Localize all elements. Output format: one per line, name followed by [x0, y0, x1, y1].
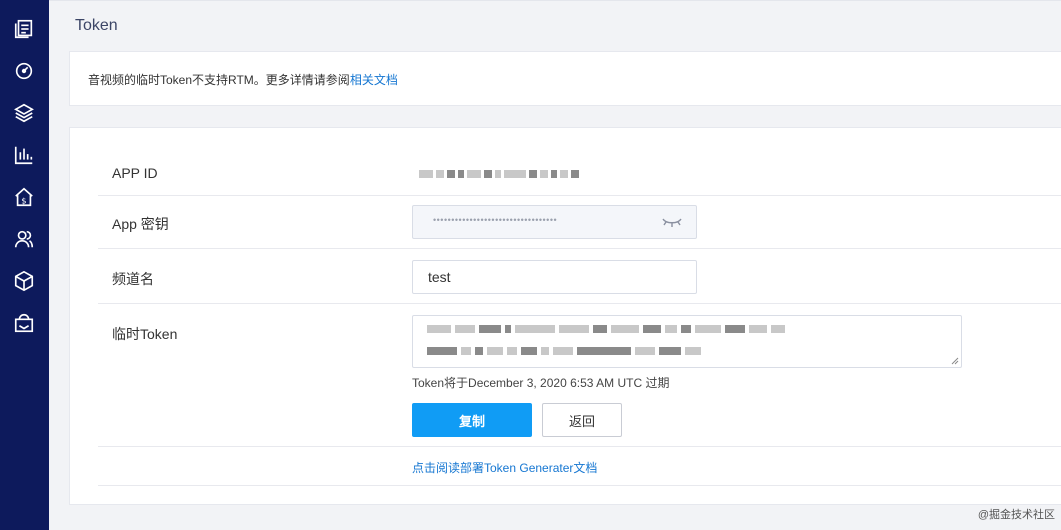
app-secret-mask: ••••••••••••••••••••••••••••••••••	[433, 215, 558, 225]
token-text-blurred	[427, 346, 701, 355]
billing-home-icon[interactable]: $	[12, 185, 36, 209]
notice-message: 音视频的临时Token不支持RTM。更多详情请参阅	[88, 73, 350, 87]
row-divider	[98, 446, 1061, 447]
row-divider	[98, 303, 1061, 304]
token-expiry-text: Token将于December 3, 2020 6:53 AM UTC 过期	[412, 376, 670, 390]
watermark: @掘金技术社区	[977, 509, 1055, 521]
row-divider	[98, 485, 1061, 486]
token-generator-doc-link[interactable]: 点击阅读部署Token Generater文档	[412, 459, 597, 476]
eye-closed-icon[interactable]	[662, 215, 682, 229]
gauge-icon[interactable]	[12, 59, 36, 83]
app-secret-label: App 密钥	[112, 216, 169, 232]
main-content: Token 音视频的临时Token不支持RTM。更多详情请参阅相关文档 APP …	[49, 0, 1061, 530]
copy-button[interactable]: 复制	[412, 403, 532, 437]
token-text-blurred	[427, 324, 785, 333]
row-divider	[98, 248, 1061, 249]
channel-name-label: 频道名	[112, 271, 154, 287]
bar-chart-icon[interactable]	[12, 143, 36, 167]
token-form-card: APP ID App 密钥 ••••••••••••••••••••••••••…	[69, 127, 1061, 505]
temp-token-textarea[interactable]	[412, 315, 962, 368]
support-icon[interactable]	[12, 311, 36, 335]
channel-name-input[interactable]: test	[412, 260, 697, 294]
row-divider	[98, 195, 1061, 196]
cube-icon[interactable]	[12, 269, 36, 293]
temp-token-label: 临时Token	[112, 326, 178, 342]
sidebar: $	[0, 0, 49, 530]
top-divider	[49, 0, 1061, 1]
related-docs-link[interactable]: 相关文档	[350, 73, 398, 87]
page-title: Token	[75, 17, 118, 34]
layers-icon[interactable]	[12, 101, 36, 125]
app-secret-field[interactable]: ••••••••••••••••••••••••••••••••••	[412, 205, 697, 239]
app-id-value-blurred	[419, 169, 579, 179]
document-list-icon[interactable]	[12, 17, 36, 41]
svg-text:$: $	[21, 195, 26, 205]
notice-text: 音视频的临时Token不支持RTM。更多详情请参阅相关文档	[88, 71, 398, 88]
notice-banner: 音视频的临时Token不支持RTM。更多详情请参阅相关文档	[69, 51, 1061, 106]
resize-grip-icon[interactable]	[951, 357, 959, 365]
back-button[interactable]: 返回	[542, 403, 622, 437]
users-icon[interactable]	[12, 227, 36, 251]
app-id-label: APP ID	[112, 165, 158, 181]
